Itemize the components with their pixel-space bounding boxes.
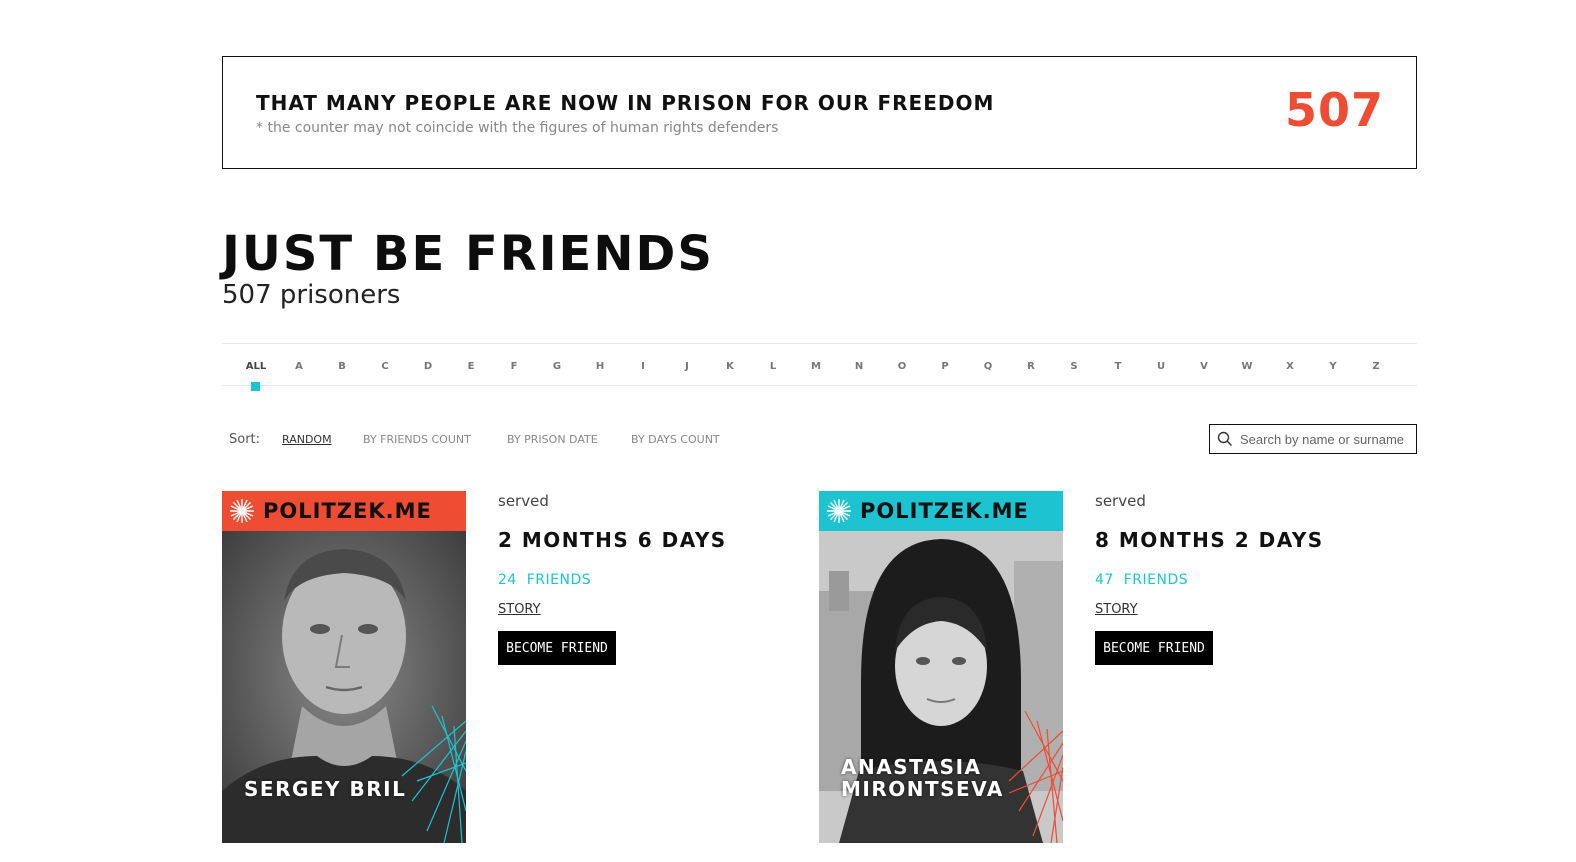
- alpha-letter-s[interactable]: S: [1070, 361, 1077, 372]
- alpha-letter-w[interactable]: W: [1241, 361, 1252, 372]
- alpha-letter-q[interactable]: Q: [984, 361, 993, 372]
- alpha-letter-t[interactable]: T: [1115, 361, 1122, 372]
- alpha-letter-n[interactable]: N: [855, 361, 863, 372]
- prisoner-info: served 8 MONTHS 2 DAYS 47 FRIENDS STORY …: [1095, 491, 1375, 665]
- brand-label: POLITZEK.ME: [860, 499, 1029, 523]
- served-duration: 8 MONTHS 2 DAYS: [1095, 528, 1324, 552]
- friends-count[interactable]: 24 FRIENDS: [498, 572, 778, 588]
- prisoner-count: 507: [1284, 83, 1384, 137]
- banner-title: THAT MANY PEOPLE ARE NOW IN PRISON FOR O…: [256, 91, 995, 115]
- alpha-letter-g[interactable]: G: [553, 361, 561, 372]
- alphabet-filter: ALL A B C D E F G H I J K L M N O P Q R …: [222, 343, 1417, 391]
- alpha-letter-v[interactable]: V: [1200, 361, 1208, 372]
- sparkle-icon: [826, 498, 852, 524]
- alpha-letter-h[interactable]: H: [596, 361, 604, 372]
- alpha-letter-m[interactable]: M: [811, 361, 821, 372]
- search-input[interactable]: [1240, 431, 1412, 447]
- served-label: served: [498, 492, 549, 510]
- story-link[interactable]: STORY: [1095, 602, 1138, 617]
- prisoner-card-image[interactable]: POLITZEK.ME ANASTASIA MIRONTSEVA: [819, 491, 1063, 843]
- prisoner-photo: SERGEY BRIL: [222, 531, 466, 843]
- story-link[interactable]: STORY: [498, 602, 541, 617]
- prisoner-card-image[interactable]: POLITZEK.ME SERGEY BRIL: [222, 491, 466, 843]
- page-title: JUST BE FRIENDS: [222, 226, 714, 282]
- alpha-letter-i[interactable]: I: [641, 361, 645, 372]
- prisoner-name: ANASTASIA MIRONTSEVA: [841, 755, 1004, 801]
- alpha-letter-all[interactable]: ALL: [246, 361, 266, 372]
- friends-count[interactable]: 47 FRIENDS: [1095, 572, 1375, 588]
- alpha-letter-b[interactable]: B: [338, 361, 346, 372]
- become-friend-button[interactable]: BECOME FRIEND: [1095, 631, 1213, 665]
- prisoner-photo: ANASTASIA MIRONTSEVA: [819, 531, 1063, 843]
- alpha-letter-c[interactable]: C: [381, 361, 388, 372]
- active-letter-marker: [251, 382, 260, 391]
- alpha-letter-a[interactable]: A: [295, 361, 303, 372]
- sort-by-days-count[interactable]: BY DAYS COUNT: [631, 433, 720, 446]
- alpha-letter-l[interactable]: L: [770, 361, 776, 372]
- alpha-letter-u[interactable]: U: [1157, 361, 1165, 372]
- become-friend-button[interactable]: BECOME FRIEND: [498, 631, 616, 665]
- alpha-letter-r[interactable]: R: [1027, 361, 1035, 372]
- search-icon[interactable]: [1210, 425, 1240, 453]
- search-box: [1209, 424, 1417, 454]
- sort-by-friends-count[interactable]: BY FRIENDS COUNT: [363, 433, 471, 446]
- prisoner-counter-banner: THAT MANY PEOPLE ARE NOW IN PRISON FOR O…: [222, 56, 1417, 169]
- alpha-letter-y[interactable]: Y: [1329, 361, 1336, 372]
- card-brand-header: POLITZEK.ME: [222, 491, 466, 531]
- card-brand-header: POLITZEK.ME: [819, 491, 1063, 531]
- alpha-letter-e[interactable]: E: [468, 361, 475, 372]
- alpha-letter-d[interactable]: D: [424, 361, 432, 372]
- alpha-letter-z[interactable]: Z: [1372, 361, 1379, 372]
- brand-label: POLITZEK.ME: [263, 499, 432, 523]
- alpha-letter-o[interactable]: O: [898, 361, 907, 372]
- sort-by-prison-date[interactable]: BY PRISON DATE: [507, 433, 598, 446]
- served-label: served: [1095, 492, 1146, 510]
- alpha-letter-j[interactable]: J: [685, 361, 689, 372]
- prisoner-name: SERGEY BRIL: [244, 777, 407, 801]
- banner-note: * the counter may not coincide with the …: [256, 120, 779, 136]
- sort-random[interactable]: RANDOM: [282, 433, 332, 446]
- alpha-letter-k[interactable]: K: [726, 361, 734, 372]
- sparkle-icon: [229, 498, 255, 524]
- sort-label: Sort:: [229, 432, 261, 447]
- alpha-letter-p[interactable]: P: [941, 361, 948, 372]
- served-duration: 2 MONTHS 6 DAYS: [498, 528, 727, 552]
- alpha-letter-f[interactable]: F: [511, 361, 518, 372]
- prisoner-info: served 2 MONTHS 6 DAYS 24 FRIENDS STORY …: [498, 491, 778, 665]
- alpha-letter-x[interactable]: X: [1286, 361, 1294, 372]
- prisoner-total: 507 prisoners: [222, 280, 401, 310]
